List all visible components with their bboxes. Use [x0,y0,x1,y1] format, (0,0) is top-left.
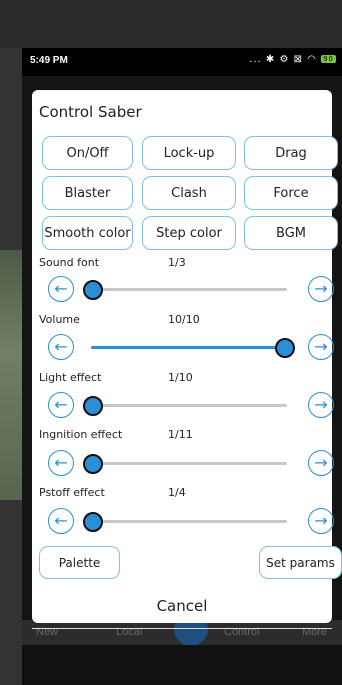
backdrop-bottom [22,645,342,685]
ignition-effect-next-icon[interactable]: → [308,450,334,476]
signal-icons: ... ✱ ⚙ ⊠ ◠ [249,54,317,65]
volume-value: 10/10 [168,313,200,326]
lock-up-button[interactable]: Lock-up [142,136,236,170]
sound-font-slider[interactable] [83,279,287,300]
sound-font-prev-icon[interactable]: ← [48,276,74,302]
light-effect-next-icon[interactable]: → [308,392,334,418]
sound-font-label: Sound font [39,256,100,269]
sound-font-next-icon[interactable]: → [308,276,334,302]
smooth-color-button[interactable]: Smooth color [42,216,133,250]
slider-thumb[interactable] [83,453,103,474]
pstoff-effect-label: Pstoff effect [39,486,105,499]
volume-slider[interactable] [91,337,295,358]
ignition-effect-label: Ingnition effect [39,428,123,441]
dialog-title: Control Saber [39,103,142,121]
light-effect-prev-icon[interactable]: ← [48,392,74,418]
on-off-button[interactable]: On/Off [42,136,133,170]
set-params-button[interactable]: Set params [259,546,342,579]
status-bar: 5:49 PM ... ✱ ⚙ ⊠ ◠ 90 [22,48,342,76]
dialog-divider [32,628,332,629]
palette-button[interactable]: Palette [39,546,120,579]
bottom-nav: New Local Control More [22,612,342,645]
drag-button[interactable]: Drag [244,136,338,170]
pstoff-effect-next-icon[interactable]: → [308,508,334,534]
phone-screen: 5:49 PM ... ✱ ⚙ ⊠ ◠ 90 New Local Control… [22,48,342,645]
pstoff-effect-slider[interactable] [83,511,287,532]
cancel-button[interactable]: Cancel [32,597,332,615]
pstoff-effect-prev-icon[interactable]: ← [48,508,74,534]
volume-prev-icon[interactable]: ← [48,334,74,360]
status-time: 5:49 PM [30,55,68,66]
light-effect-label: Light effect [39,371,102,384]
backdrop-top [0,0,342,48]
blaster-button[interactable]: Blaster [42,176,133,210]
volume-next-icon[interactable]: → [308,334,334,360]
slider-thumb[interactable] [83,279,103,300]
bgm-button[interactable]: BGM [244,216,338,250]
step-color-button[interactable]: Step color [142,216,236,250]
slider-thumb[interactable] [83,511,103,532]
control-saber-dialog: Control Saber On/Off Lock-up Drag Blaste… [32,90,342,629]
ignition-effect-prev-icon[interactable]: ← [48,450,74,476]
volume-label: Volume [39,313,80,326]
light-effect-slider[interactable] [83,395,287,416]
battery-icon: 90 [321,55,336,63]
status-icons: ... ✱ ⚙ ⊠ ◠ 90 [249,54,336,65]
force-button[interactable]: Force [244,176,338,210]
backdrop-blur [0,250,22,500]
slider-thumb[interactable] [83,395,103,416]
light-effect-value: 1/10 [168,371,193,384]
clash-button[interactable]: Clash [142,176,236,210]
ignition-effect-value: 1/11 [168,428,193,441]
ignition-effect-slider[interactable] [83,453,287,474]
slider-fill [91,346,287,349]
pstoff-effect-value: 1/4 [168,486,186,499]
slider-thumb[interactable] [275,337,295,358]
sound-font-value: 1/3 [168,256,186,269]
